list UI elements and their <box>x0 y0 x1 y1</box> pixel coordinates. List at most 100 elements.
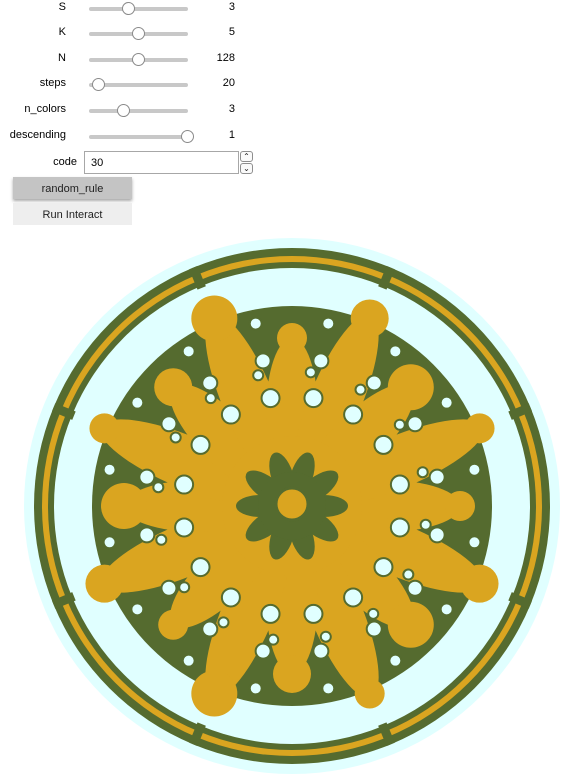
slider-steps-row: steps 20 <box>0 74 260 96</box>
run-interact-button[interactable]: Run Interact <box>13 203 132 225</box>
cyan-hole <box>365 374 383 392</box>
gold-lobe <box>191 295 238 342</box>
gold-lobe <box>273 655 311 693</box>
cyan-hole <box>220 587 241 608</box>
cyan-hole <box>388 344 403 359</box>
pattern-output-image <box>24 238 560 774</box>
cyan-hole <box>303 388 324 409</box>
code-label: code <box>53 156 77 168</box>
slider-s-track[interactable] <box>89 2 188 15</box>
code-increment-button[interactable]: ⌃ <box>240 151 253 162</box>
gold-lobe <box>354 678 385 709</box>
code-decrement-button[interactable]: ⌄ <box>240 163 253 174</box>
cyan-hole <box>343 587 364 608</box>
cyan-hole <box>406 415 424 433</box>
cyan-dot <box>402 568 415 581</box>
slider-s-value: 3 <box>228 1 235 13</box>
cyan-hole <box>160 415 178 433</box>
cyan-hole <box>248 316 263 331</box>
code-field: ⌃ ⌄ <box>84 151 254 174</box>
cyan-dot <box>204 392 217 405</box>
cyan-hole <box>190 557 211 578</box>
cyan-hole <box>321 681 336 696</box>
cyan-hole <box>138 468 156 486</box>
slider-n-colors-track[interactable] <box>89 104 188 117</box>
cyan-hole <box>174 474 195 495</box>
cyan-hole <box>312 642 330 660</box>
cyan-hole <box>138 526 156 544</box>
cyan-dot <box>252 369 265 382</box>
slider-n-colors-row: n_colors 3 <box>0 100 260 122</box>
slider-k-value: 5 <box>228 26 235 38</box>
cyan-hole <box>467 462 482 477</box>
slider-n-colors-value: 3 <box>228 103 235 115</box>
cyan-dot <box>217 616 230 629</box>
center-core <box>274 486 310 522</box>
cyan-hole <box>102 462 117 477</box>
code-input[interactable] <box>84 151 239 174</box>
cyan-dot <box>319 630 332 643</box>
slider-s-row: S 3 <box>0 0 260 20</box>
cyan-hole <box>389 474 410 495</box>
slider-descending-label: descending <box>9 129 66 141</box>
cyan-hole <box>373 557 394 578</box>
slider-steps-label: steps <box>39 77 66 89</box>
slider-descending-handle[interactable] <box>181 130 194 143</box>
slider-s-handle[interactable] <box>121 2 135 15</box>
slider-n-label: N <box>58 52 66 64</box>
cyan-hole <box>102 535 117 550</box>
slider-s-label: S <box>58 1 66 13</box>
slider-n-row: N 128 <box>0 49 260 71</box>
slider-steps-track[interactable] <box>89 78 188 91</box>
gold-lobe <box>191 670 238 717</box>
gold-lobe <box>277 323 307 353</box>
cyan-hole <box>388 653 403 668</box>
cyan-hole <box>406 579 424 597</box>
cyan-hole <box>428 468 446 486</box>
cyan-hole <box>248 681 263 696</box>
random-rule-button[interactable]: random_rule <box>13 177 132 199</box>
gold-lobe <box>445 491 475 521</box>
slider-steps-handle[interactable] <box>91 78 105 91</box>
slider-k-track[interactable] <box>89 27 188 40</box>
chevron-down-icon: ⌄ <box>243 164 250 173</box>
cyan-hole <box>365 620 383 638</box>
slider-descending-track[interactable] <box>89 130 194 143</box>
slider-descending-value: 1 <box>228 129 235 141</box>
slider-n-value: 128 <box>216 52 235 64</box>
cyan-hole <box>373 434 394 455</box>
cyan-dot <box>419 518 432 531</box>
cyan-dot <box>304 366 317 379</box>
slider-n-colors-handle[interactable] <box>116 104 130 117</box>
cyan-hole <box>181 653 196 668</box>
cyan-hole <box>201 620 219 638</box>
cyan-hole <box>303 603 324 624</box>
cyan-dot <box>367 607 380 620</box>
slider-n-handle[interactable] <box>131 53 145 66</box>
gold-lobe <box>154 368 193 407</box>
cyan-hole <box>160 579 178 597</box>
slider-k-row: K 5 <box>0 23 260 45</box>
slider-steps-value: 20 <box>222 77 235 89</box>
cyan-dot <box>169 431 182 444</box>
cyan-hole <box>343 404 364 425</box>
gold-lobe <box>350 299 389 338</box>
cyan-hole <box>130 602 145 617</box>
gold-lobe <box>464 413 495 444</box>
cyan-dot <box>155 533 168 546</box>
slider-n-track[interactable] <box>89 53 188 66</box>
gold-lobe <box>460 564 499 603</box>
cyan-hole <box>254 352 272 370</box>
cyan-hole <box>439 602 454 617</box>
cyan-hole <box>389 517 410 538</box>
gold-lobe <box>89 413 120 444</box>
cyan-hole <box>260 388 281 409</box>
cyan-hole <box>220 404 241 425</box>
cyan-hole <box>428 526 446 544</box>
slider-k-label: K <box>58 26 66 38</box>
cyan-dot <box>178 581 191 594</box>
cyan-hole <box>174 517 195 538</box>
cyan-dot <box>416 466 429 479</box>
slider-k-handle[interactable] <box>131 27 145 40</box>
cyan-hole <box>439 395 454 410</box>
